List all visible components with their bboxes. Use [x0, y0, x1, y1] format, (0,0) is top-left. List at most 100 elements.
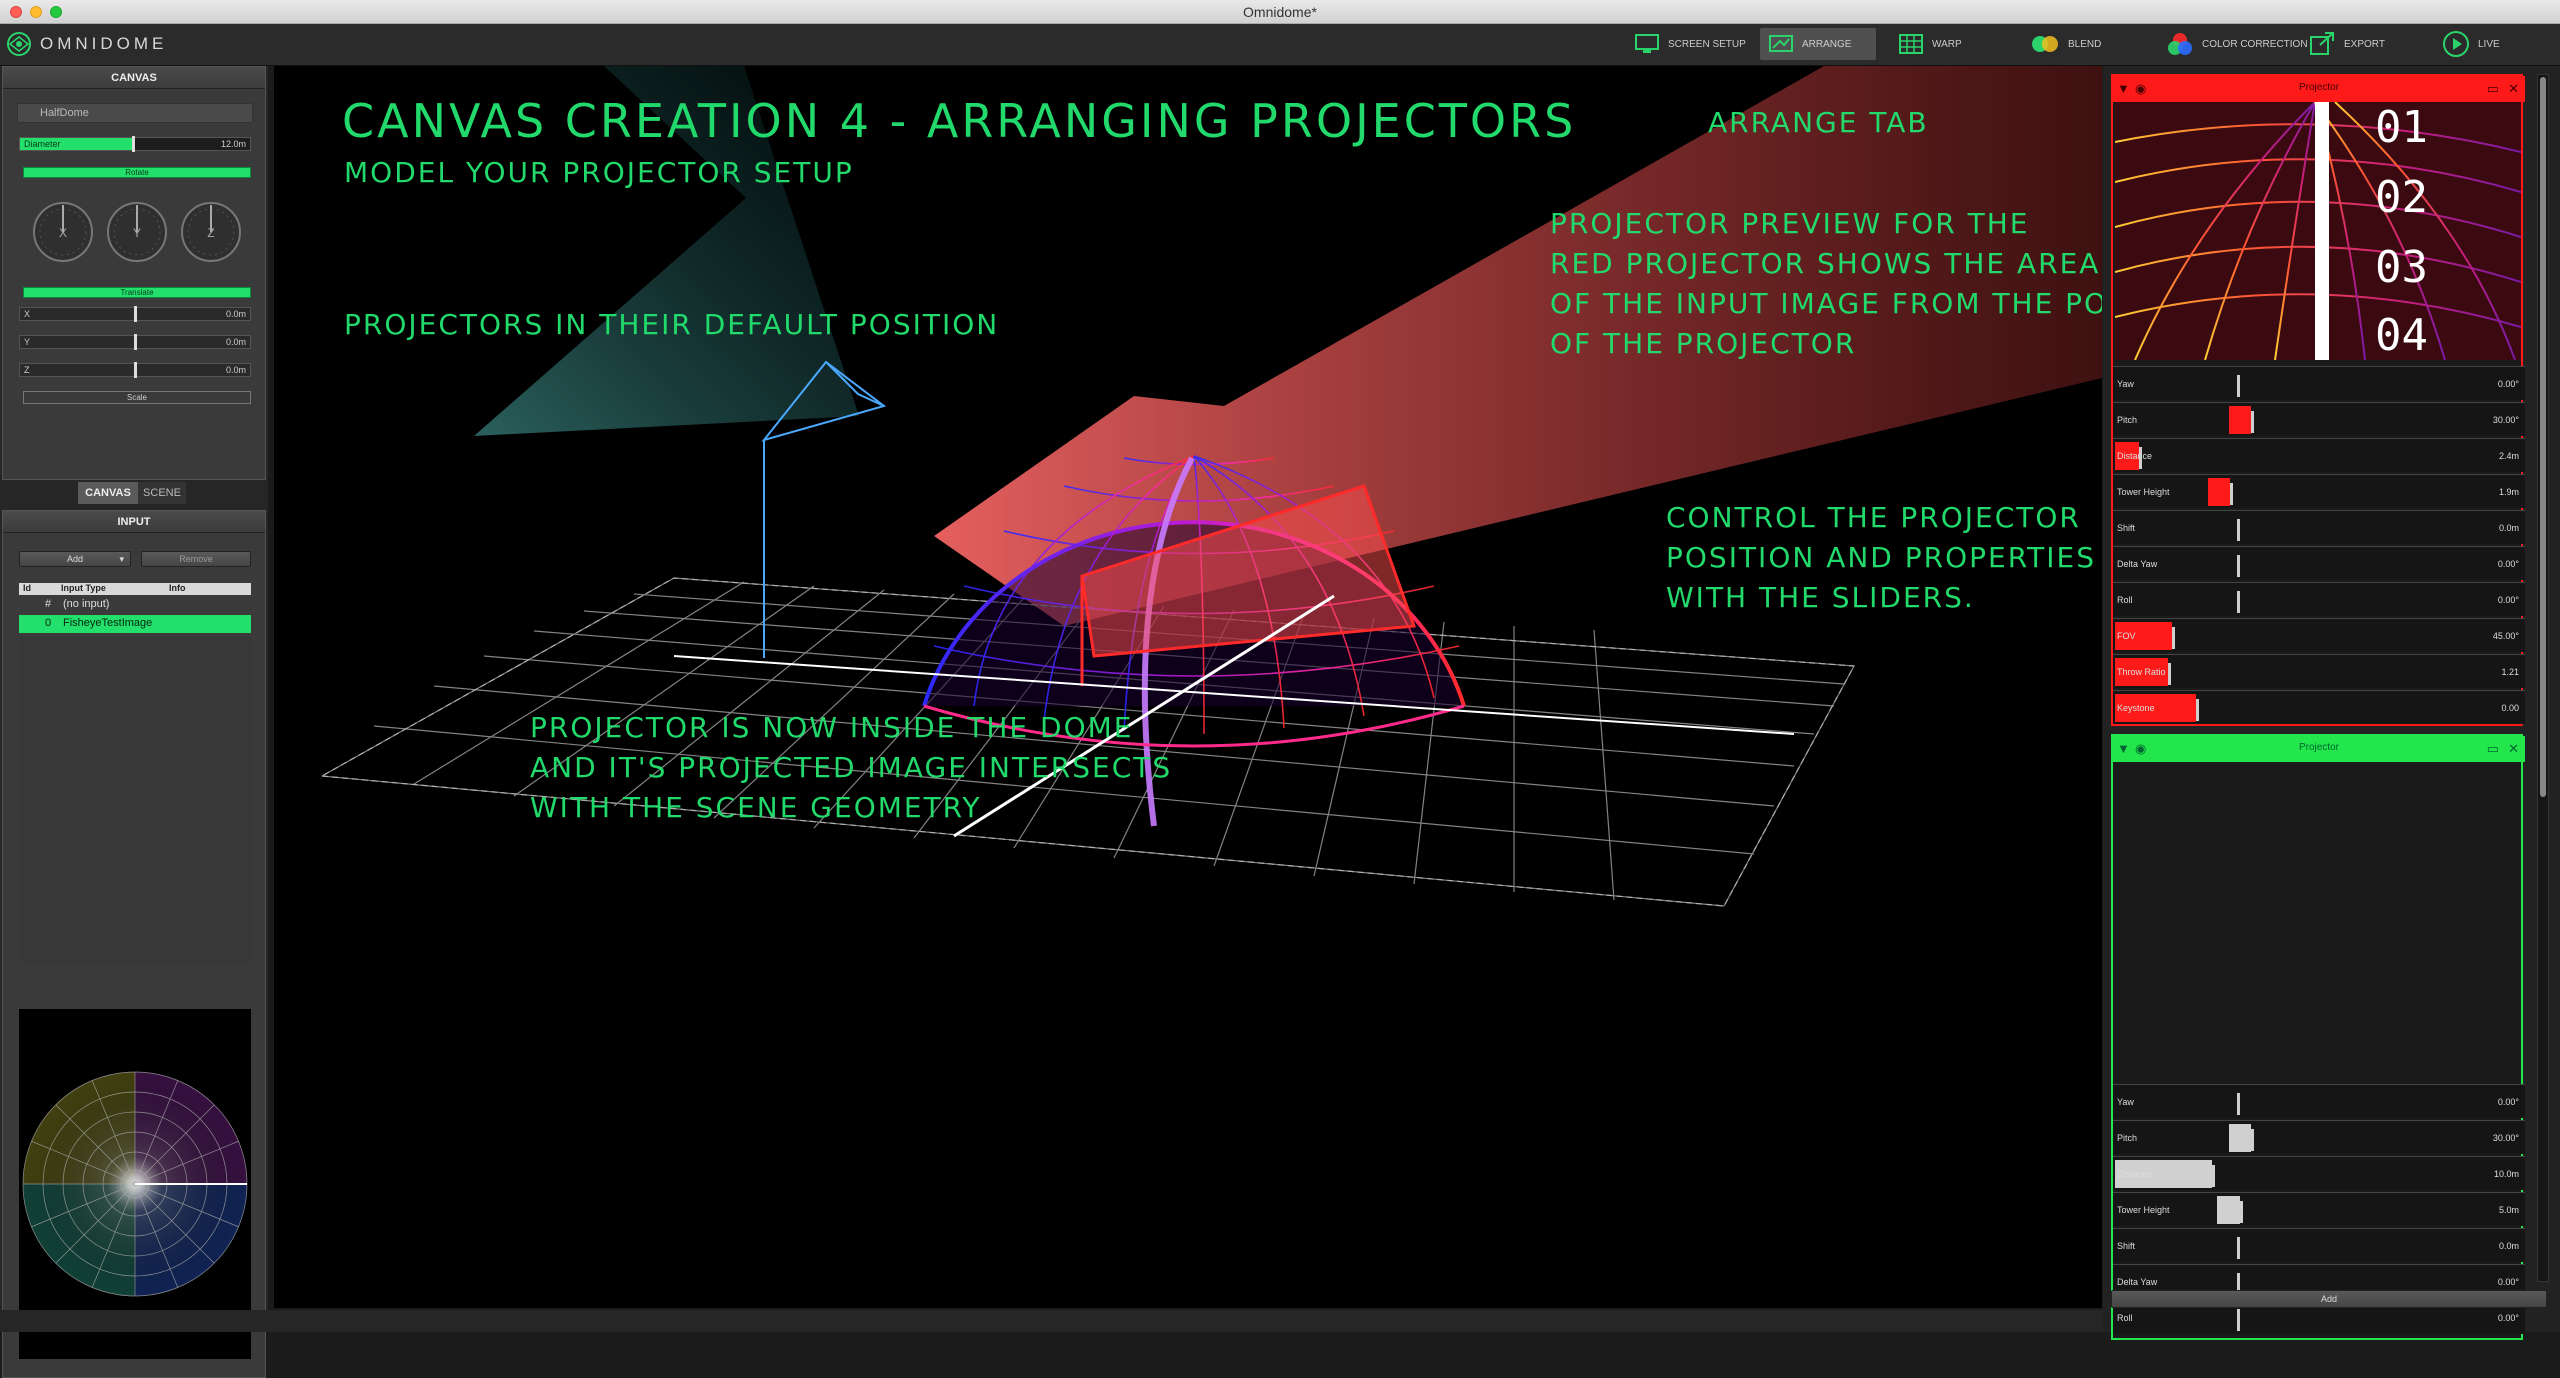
translate-z-slider[interactable]: Z 0.0m	[19, 362, 251, 378]
subtab-scene[interactable]: SCENE	[138, 482, 186, 504]
param-value: 2.4m	[2498, 451, 2519, 461]
slider-handle[interactable]	[2236, 1093, 2240, 1115]
tab-live[interactable]: LIVE	[2434, 28, 2508, 60]
translate-y-slider[interactable]: Y 0.0m	[19, 334, 251, 350]
diameter-handle[interactable]	[132, 136, 135, 152]
param-slider-pitch[interactable]: Pitch 30.00°	[2113, 1120, 2525, 1154]
slider-handle[interactable]	[2236, 375, 2240, 397]
slider-handle[interactable]	[2236, 1237, 2240, 1259]
arrange-tab-note: ARRANGE TAB	[1708, 106, 1929, 139]
slider-handle[interactable]	[2229, 483, 2233, 505]
tab-screen-setup[interactable]: SCREEN SETUP	[1626, 28, 1754, 60]
param-slider-pitch[interactable]: Pitch 30.00°	[2113, 402, 2525, 436]
maximize-icon[interactable]: ▭	[2487, 741, 2499, 757]
translate-x-slider[interactable]: X 0.0m	[19, 306, 251, 322]
close-icon[interactable]: ✕	[2508, 81, 2519, 97]
param-slider-throw-ratio[interactable]: Throw Ratio 1.21	[2113, 654, 2525, 688]
param-value: 30.00°	[2492, 415, 2519, 425]
param-slider-keystone[interactable]: Keystone 0.00	[2113, 690, 2525, 724]
add-projector-button[interactable]: Add	[2111, 1290, 2547, 1308]
tab-blend[interactable]: BLEND	[2022, 28, 2109, 60]
slider-handle[interactable]	[2236, 519, 2240, 541]
tab-label: WARP	[1932, 38, 1962, 50]
column-id: Id	[23, 583, 31, 593]
param-label: Yaw	[2117, 1097, 2134, 1107]
slider-handle[interactable]	[2251, 411, 2254, 433]
translate-header: Translate	[23, 287, 251, 298]
param-label: Shift	[2117, 523, 2136, 533]
param-slider-yaw[interactable]: Yaw 0.00°	[2113, 366, 2525, 400]
param-slider-distance[interactable]: Distance 10.0m	[2113, 1156, 2525, 1190]
param-label: Pitch	[2117, 415, 2138, 425]
param-value: 30.00°	[2492, 1133, 2519, 1143]
slider-handle[interactable]	[2196, 699, 2200, 721]
inside-dome-note: PROJECTOR IS NOW INSIDE THE DOME AND IT'…	[530, 711, 1173, 824]
subtab-canvas[interactable]: CANVAS	[78, 482, 138, 504]
dial-y[interactable]: Y	[107, 202, 167, 262]
translate-x-value: 0.0m	[225, 309, 246, 319]
param-value: 5.0m	[2498, 1205, 2519, 1215]
scrollbar-thumb[interactable]	[2540, 77, 2546, 797]
arrange-icon	[1769, 35, 1793, 52]
param-value: 0.00°	[2497, 1097, 2519, 1107]
param-value: 0.00°	[2497, 559, 2519, 569]
param-slider-fov[interactable]: FOV 45.00°	[2113, 618, 2525, 652]
tab-label: EXPORT	[2344, 38, 2385, 50]
translate-x-handle[interactable]	[134, 306, 137, 322]
slider-handle[interactable]	[2236, 591, 2240, 613]
param-label: Yaw	[2117, 379, 2134, 389]
input-table-header: Id Input Type Info	[19, 583, 251, 595]
diameter-label: Diameter	[24, 139, 61, 149]
slider-handle[interactable]	[2171, 627, 2175, 649]
canvas-type-select[interactable]: HalfDome	[17, 103, 253, 123]
slider-handle[interactable]	[2236, 555, 2240, 577]
tab-color-correction[interactable]: COLOR CORRECTION	[2158, 28, 2316, 60]
row-id: #	[45, 598, 52, 610]
projector-card-green: ▼ ◉ Projector ▭ ✕ Yaw 0.00° Pitch 30.00° Dis…	[2111, 734, 2525, 1340]
slider-handle[interactable]	[2236, 1309, 2240, 1331]
param-value: 45.00°	[2492, 631, 2519, 641]
projector-preview: 01 02 03 04	[2114, 101, 2522, 361]
param-label: Distance	[2117, 1169, 2153, 1179]
param-slider-tower-height[interactable]: Tower Height 5.0m	[2113, 1192, 2525, 1226]
param-slider-shift[interactable]: Shift 0.0m	[2113, 510, 2525, 544]
preview-number: 04	[2375, 310, 2428, 360]
slider-handle[interactable]	[2167, 663, 2171, 685]
param-slider-shift[interactable]: Shift 0.0m	[2113, 1228, 2525, 1262]
maximize-icon[interactable]: ▭	[2487, 81, 2499, 97]
add-input-button[interactable]: Add ▾	[19, 551, 131, 567]
diameter-slider[interactable]: Diameter 12.0m	[19, 136, 251, 152]
close-icon[interactable]: ✕	[2508, 741, 2519, 757]
dial-x[interactable]: X	[33, 202, 93, 262]
param-slider-yaw[interactable]: Yaw 0.00°	[2113, 1084, 2525, 1118]
table-row[interactable]: # (no input)	[19, 597, 251, 613]
monitor-icon	[1635, 34, 1659, 53]
slider-handle[interactable]	[2251, 1129, 2254, 1151]
slider-handle[interactable]	[2212, 1165, 2216, 1187]
tab-warp[interactable]: WARP	[1890, 28, 1970, 60]
rotation-dials[interactable]: X Y Z	[27, 197, 247, 267]
tab-arrange[interactable]: ARRANGE	[1760, 28, 1876, 60]
scale-header[interactable]: Scale	[23, 391, 251, 404]
param-slider-roll[interactable]: Roll 0.00°	[2113, 582, 2525, 616]
arrange-3d-viewport[interactable]: CANVAS CREATION 4 - ARRANGING PROJECTORS…	[274, 66, 2102, 1308]
canvas-panel: CANVAS HalfDome Diameter 12.0m Rotate X …	[2, 66, 266, 480]
dial-z[interactable]: Z	[181, 202, 241, 262]
translate-z-handle[interactable]	[134, 362, 137, 378]
tab-export[interactable]: EXPORT	[2300, 28, 2393, 60]
param-value: 0.00	[2501, 703, 2519, 713]
table-row[interactable]: 0 FisheyeTestImage	[19, 615, 251, 633]
projector-header-green[interactable]: ▼ ◉ Projector ▭ ✕	[2113, 736, 2525, 762]
slider-handle[interactable]	[2239, 1201, 2243, 1223]
param-slider-delta-yaw[interactable]: Delta Yaw 0.00°	[2113, 546, 2525, 580]
param-label: Distance	[2117, 451, 2153, 461]
projector-header-red[interactable]: ▼ ◉ Projector ▭ ✕	[2113, 76, 2525, 102]
param-slider-distance[interactable]: Distance 2.4m	[2113, 438, 2525, 472]
slider-fill	[2207, 478, 2230, 506]
param-slider-tower-height[interactable]: Tower Height 1.9m	[2113, 474, 2525, 508]
play-icon	[2443, 31, 2469, 57]
translate-y-handle[interactable]	[134, 334, 137, 350]
remove-input-button[interactable]: Remove	[141, 551, 251, 567]
grid-icon	[1899, 34, 1923, 54]
panel-scrollbar[interactable]	[2537, 74, 2549, 1282]
